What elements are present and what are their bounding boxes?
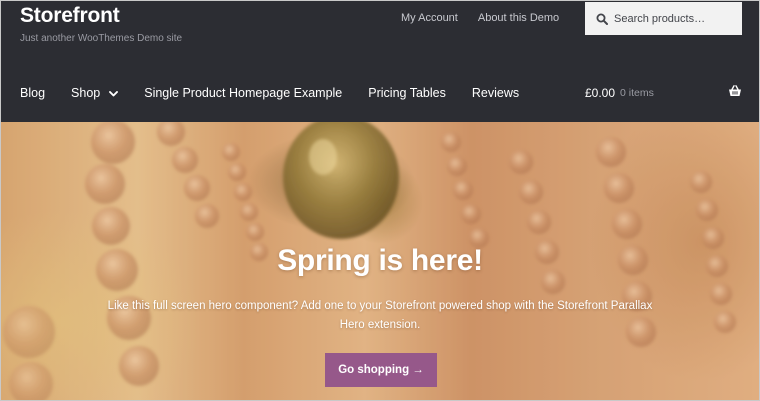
primary-navigation: Blog Shop Single Product Homepage Exampl… <box>20 85 545 101</box>
site-title-link[interactable]: Storefront <box>20 4 120 28</box>
hero-section: Spring is here! Like this full screen he… <box>1 122 759 400</box>
cart-amount: £0.00 <box>585 86 616 100</box>
search-icon <box>596 13 608 25</box>
hero-description: Like this full screen hero component? Ad… <box>107 300 653 331</box>
site-tagline: Just another WooThemes Demo site <box>20 33 183 44</box>
cart-item-count: 0 items <box>620 87 654 99</box>
product-search[interactable] <box>585 2 742 35</box>
nav-item-pricing-tables[interactable]: Pricing Tables <box>368 85 446 101</box>
hero-title: Spring is here! <box>277 244 483 277</box>
nav-item-label: Pricing Tables <box>368 86 446 100</box>
nav-item-reviews[interactable]: Reviews <box>472 85 519 101</box>
nav-link-about-demo[interactable]: About this Demo <box>478 11 559 25</box>
site-header: Storefront Just another WooThemes Demo s… <box>1 1 759 122</box>
header-cart[interactable]: £0.00 0 items <box>585 85 742 101</box>
nav-item-label: Single Product Homepage Example <box>144 86 343 100</box>
chevron-down-icon[interactable] <box>109 85 119 101</box>
nav-item-label: Blog <box>20 86 46 100</box>
nav-link-my-account[interactable]: My Account <box>401 11 458 25</box>
nav-item-blog[interactable]: Blog <box>20 85 45 101</box>
nav-item-shop[interactable]: Shop <box>71 85 119 101</box>
go-shopping-button[interactable]: Go shopping → <box>325 353 437 387</box>
nav-item-label: Shop <box>71 86 101 100</box>
browser-viewport: Storefront Just another WooThemes Demo s… <box>0 0 760 401</box>
shopping-basket-icon <box>728 85 742 101</box>
nav-item-single-product-homepage[interactable]: Single Product Homepage Example <box>144 85 342 101</box>
secondary-navigation: My Account About this Demo <box>401 11 559 25</box>
nav-item-label: Reviews <box>471 86 520 100</box>
search-input[interactable] <box>614 12 734 25</box>
